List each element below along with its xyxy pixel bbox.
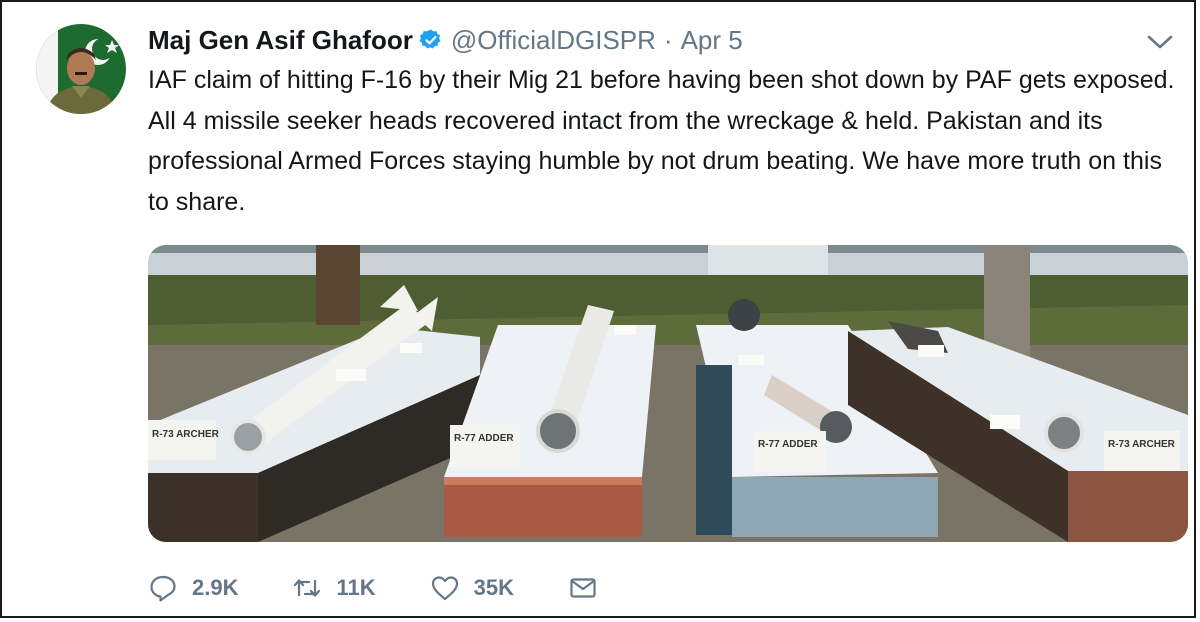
author-handle[interactable]: @OfficialDGISPR <box>451 25 656 56</box>
retweet-icon <box>294 579 321 597</box>
header-separator: · <box>663 24 673 55</box>
like-button[interactable]: 35K <box>430 573 514 603</box>
avatar[interactable] <box>36 24 126 114</box>
placard-label-center-left: R-77 ADDER <box>454 433 514 444</box>
tweet-header: Maj Gen Asif Ghafoor @OfficialDGISPR · A… <box>148 22 743 58</box>
tweet-text: IAF claim of hitting F-16 by their Mig 2… <box>148 66 1175 216</box>
tweet-photo[interactable]: R-73 ARCHER R-77 ADDER R-77 ADDER R-73 A… <box>148 245 1188 542</box>
reply-icon <box>150 575 176 602</box>
placard-label-right: R-73 ARCHER <box>1108 439 1176 450</box>
tweet-card[interactable]: Maj Gen Asif Ghafoor @OfficialDGISPR · A… <box>0 0 1196 618</box>
envelope-icon <box>570 578 596 598</box>
placard-label-left: R-73 ARCHER <box>152 429 220 440</box>
tweet-date[interactable]: Apr 5 <box>681 25 743 56</box>
reply-count: 2.9K <box>192 575 239 600</box>
heart-icon <box>431 576 458 601</box>
author-name[interactable]: Maj Gen Asif Ghafoor <box>148 25 413 56</box>
direct-message-button[interactable] <box>568 573 598 603</box>
chevron-down-icon[interactable] <box>1146 32 1174 52</box>
tweet-actions: 2.9K 11K 35K <box>148 570 652 606</box>
reply-button[interactable]: 2.9K <box>148 573 238 603</box>
missile-wreckage-photo: R-73 ARCHER R-77 ADDER R-77 ADDER R-73 A… <box>148 245 1188 542</box>
placard-label-center-right: R-77 ADDER <box>758 439 818 450</box>
verified-badge-icon <box>419 29 441 49</box>
retweet-count: 11K <box>336 575 376 600</box>
like-count: 35K <box>473 575 514 600</box>
retweet-button[interactable]: 11K <box>292 573 376 603</box>
